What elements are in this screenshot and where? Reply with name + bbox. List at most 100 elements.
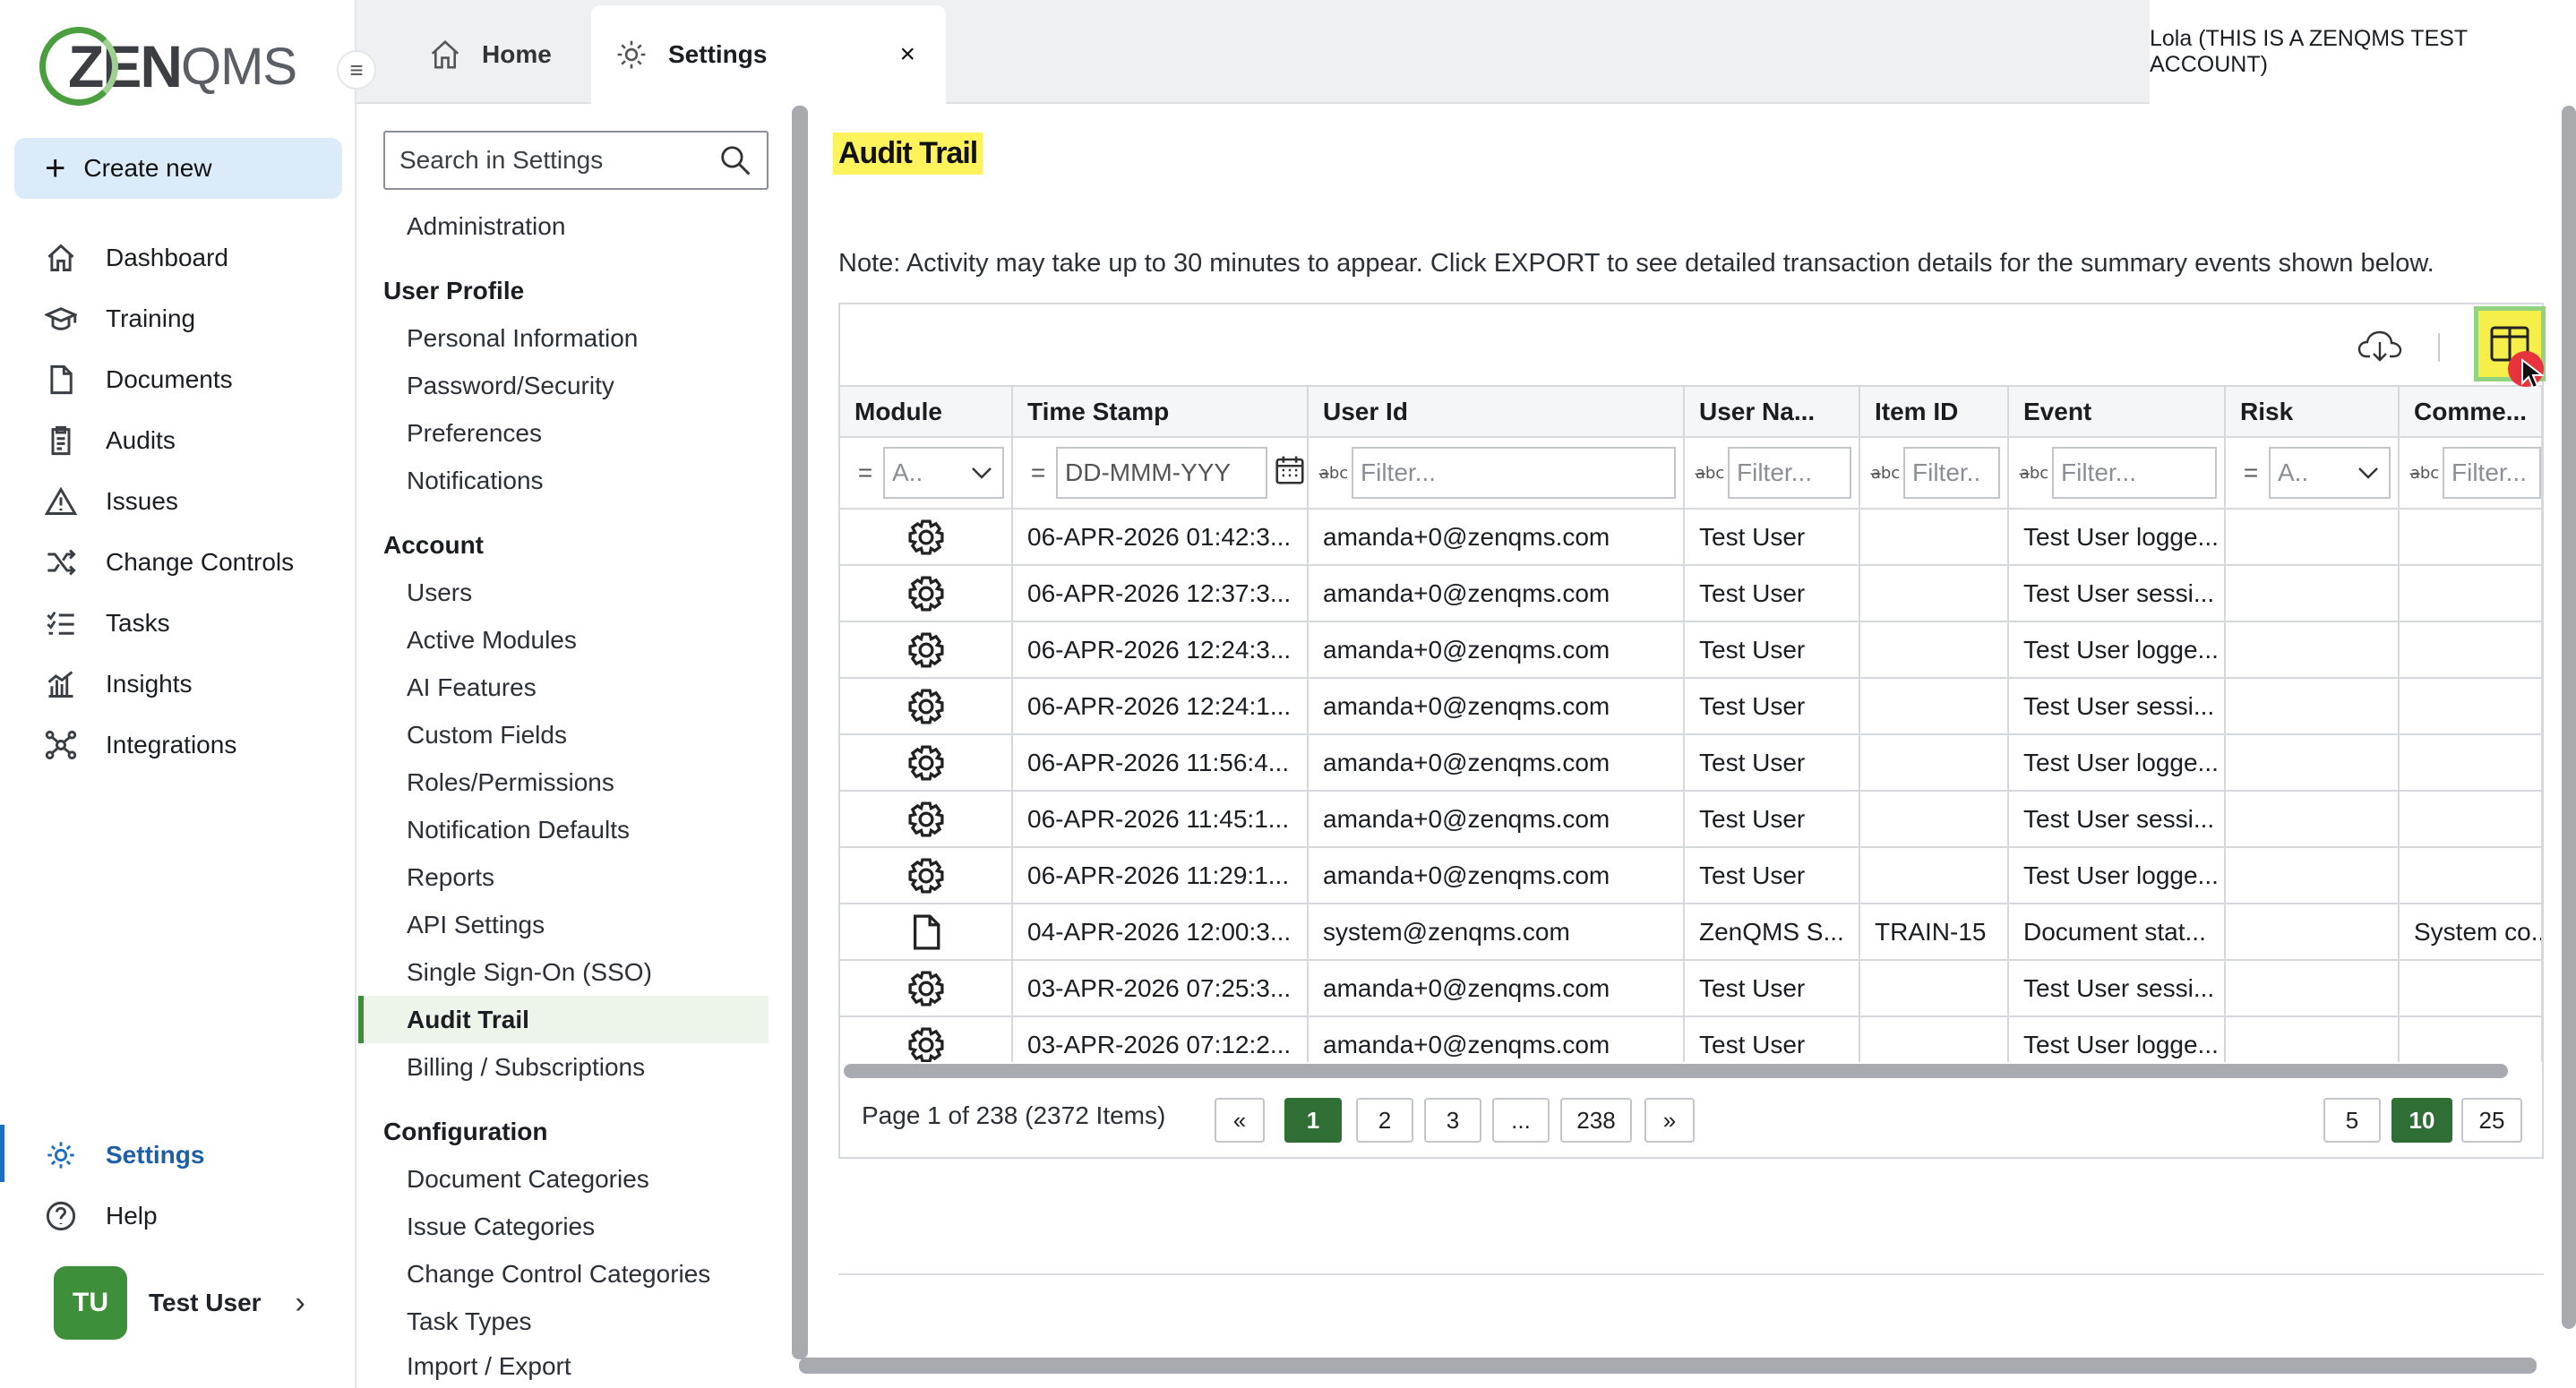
menu-item-import-export[interactable]: Import / Export	[358, 1345, 783, 1381]
grid-horizontal-scrollbar[interactable]	[840, 1062, 2542, 1078]
menu-item-sso[interactable]: Single Sign-On (SSO)	[358, 948, 783, 996]
module-filter-select[interactable]: A..	[883, 447, 1004, 499]
gear-icon	[906, 688, 946, 724]
equals-operator-icon[interactable]: =	[2233, 458, 2269, 487]
menu-item-password-security[interactable]: Password/Security	[358, 362, 783, 409]
menu-item-notification-defaults[interactable]: Notification Defaults	[358, 806, 783, 853]
page-vertical-scrollbar[interactable]	[2562, 106, 2576, 1329]
menu-item-issue-categories[interactable]: Issue Categories	[358, 1203, 783, 1250]
column-header-comment[interactable]: Comme...	[2399, 387, 2543, 438]
user-menu[interactable]: TU Test User ›	[54, 1266, 305, 1340]
column-header-user-name[interactable]: User Na...	[1684, 387, 1860, 438]
nav-item-documents[interactable]: Documents	[0, 349, 355, 410]
table-row[interactable]: 06-APR-2026 11:45:1... amanda+0@zenqms.co…	[840, 791, 2543, 848]
item-id-cell	[1859, 734, 2009, 792]
column-header-timestamp[interactable]: Time Stamp	[1012, 387, 1309, 438]
nav-item-audits[interactable]: Audits	[0, 410, 355, 471]
collapse-nav-button[interactable]: ≡	[337, 50, 376, 90]
text-filter-operator-icon[interactable]: a̶bc	[1316, 464, 1352, 483]
page-size-10[interactable]: 10	[2391, 1098, 2452, 1143]
page-button-2[interactable]: 2	[1356, 1098, 1413, 1143]
column-header-user-id[interactable]: User Id	[1308, 387, 1685, 438]
page-ellipsis-button[interactable]: ...	[1492, 1098, 1550, 1143]
settings-menu-scrollbar[interactable]	[792, 106, 808, 1359]
nav-label: Training	[106, 304, 196, 332]
nav-item-change-controls[interactable]: Change Controls	[0, 532, 355, 593]
comment-filter-input[interactable]: Filter...	[2443, 447, 2540, 499]
gear-icon	[906, 518, 946, 555]
user-id-cell: amanda+0@zenqms.com	[1308, 960, 1685, 1017]
table-row[interactable]: 06-APR-2026 11:56:4... amanda+0@zenqms.co…	[840, 734, 2543, 792]
settings-search-input[interactable]: Search in Settings	[383, 131, 769, 190]
last-page-button[interactable]: »	[1644, 1098, 1695, 1143]
nav-item-settings[interactable]: Settings	[0, 1125, 355, 1186]
menu-item-roles-permissions[interactable]: Roles/Permissions	[358, 758, 783, 806]
tab-label: Home	[482, 40, 552, 68]
menu-item-api-settings[interactable]: API Settings	[358, 901, 783, 948]
nav-label: Integrations	[106, 731, 237, 758]
column-header-item-id[interactable]: Item ID	[1859, 387, 2009, 438]
zenqms-logo[interactable]: ZEN QMS	[39, 25, 297, 107]
menu-item-document-categories[interactable]: Document Categories	[358, 1155, 783, 1203]
user-id-filter-input[interactable]: Filter...	[1352, 447, 1676, 499]
tab-settings[interactable]: Settings ×	[591, 5, 946, 104]
column-header-risk[interactable]: Risk	[2225, 387, 2400, 438]
nav-item-help[interactable]: Help	[0, 1186, 355, 1247]
nav-item-insights[interactable]: Insights	[0, 654, 355, 715]
menu-item-billing[interactable]: Billing / Subscriptions	[358, 1043, 783, 1091]
table-row[interactable]: 03-APR-2026 07:25:3... amanda+0@zenqms.co…	[840, 960, 2543, 1017]
column-header-event[interactable]: Event	[2008, 387, 2226, 438]
network-icon	[43, 727, 79, 763]
nav-item-dashboard[interactable]: Dashboard	[0, 227, 355, 288]
table-row[interactable]: 06-APR-2026 12:37:3... amanda+0@zenqms.co…	[840, 565, 2543, 622]
risk-filter-select[interactable]: A..	[2269, 447, 2391, 499]
page-size-25[interactable]: 25	[2461, 1098, 2522, 1143]
create-new-button[interactable]: + Create new	[14, 138, 342, 199]
page-button-1[interactable]: 1	[1284, 1098, 1342, 1143]
menu-item-task-types[interactable]: Task Types	[358, 1298, 783, 1345]
item-id-cell	[1859, 565, 2009, 622]
equals-operator-icon[interactable]: =	[847, 458, 883, 487]
user-name-filter-input[interactable]: Filter...	[1728, 447, 1851, 499]
nav-item-issues[interactable]: Issues	[0, 471, 355, 532]
menu-item-users[interactable]: Users	[358, 569, 783, 616]
text-filter-operator-icon[interactable]: a̶bc	[1868, 464, 1903, 483]
page-size-5[interactable]: 5	[2323, 1098, 2381, 1143]
equals-operator-icon[interactable]: =	[1020, 458, 1056, 487]
menu-item-audit-trail[interactable]: Audit Trail	[358, 996, 769, 1043]
text-filter-operator-icon[interactable]: a̶bc	[1692, 464, 1728, 483]
menu-item-preferences[interactable]: Preferences	[358, 409, 783, 457]
export-button[interactable]	[2357, 328, 2402, 364]
text-filter-operator-icon[interactable]: a̶bc	[2016, 464, 2052, 483]
table-row[interactable]: 06-APR-2026 11:29:1... amanda+0@zenqms.co…	[840, 847, 2543, 904]
item-id-filter-input[interactable]: Filter..	[1903, 447, 2000, 499]
text-filter-operator-icon[interactable]: a̶bc	[2407, 464, 2443, 483]
page-horizontal-scrollbar[interactable]	[799, 1358, 2537, 1374]
nav-item-tasks[interactable]: Tasks	[0, 593, 355, 654]
menu-item-reports[interactable]: Reports	[358, 853, 783, 901]
menu-item-personal-information[interactable]: Personal Information	[358, 314, 783, 362]
table-row[interactable]: 04-APR-2026 12:00:3... system@zenqms.com Z…	[840, 904, 2543, 961]
menu-item-ai-features[interactable]: AI Features	[358, 664, 783, 711]
menu-item-custom-fields[interactable]: Custom Fields	[358, 711, 783, 758]
timestamp-filter-input[interactable]: DD-MMM-YYY	[1056, 447, 1267, 499]
calendar-icon[interactable]	[1267, 452, 1306, 494]
first-page-button[interactable]: «	[1215, 1098, 1265, 1143]
menu-item-active-modules[interactable]: Active Modules	[358, 616, 783, 664]
nav-item-integrations[interactable]: Integrations	[0, 715, 355, 775]
chevron-down-icon	[972, 467, 992, 479]
close-icon[interactable]: ×	[899, 39, 915, 70]
table-row[interactable]: 06-APR-2026 12:24:1... amanda+0@zenqms.co…	[840, 678, 2543, 735]
nav-item-training[interactable]: Training	[0, 288, 355, 349]
table-row[interactable]: 06-APR-2026 12:24:3... amanda+0@zenqms.co…	[840, 621, 2543, 679]
menu-item-change-control-categories[interactable]: Change Control Categories	[358, 1250, 783, 1298]
table-row[interactable]: 06-APR-2026 01:42:3... amanda+0@zenqms.co…	[840, 509, 2543, 566]
menu-item-notifications[interactable]: Notifications	[358, 457, 783, 504]
menu-item-administration[interactable]: Administration	[358, 202, 783, 250]
page-button-3[interactable]: 3	[1424, 1098, 1481, 1143]
scrollbar-thumb[interactable]	[844, 1064, 2508, 1078]
page-button-238[interactable]: 238	[1560, 1098, 1632, 1143]
tab-home[interactable]: Home	[428, 5, 552, 104]
event-filter-input[interactable]: Filter...	[2052, 447, 2217, 499]
column-header-module[interactable]: Module	[840, 387, 1013, 438]
